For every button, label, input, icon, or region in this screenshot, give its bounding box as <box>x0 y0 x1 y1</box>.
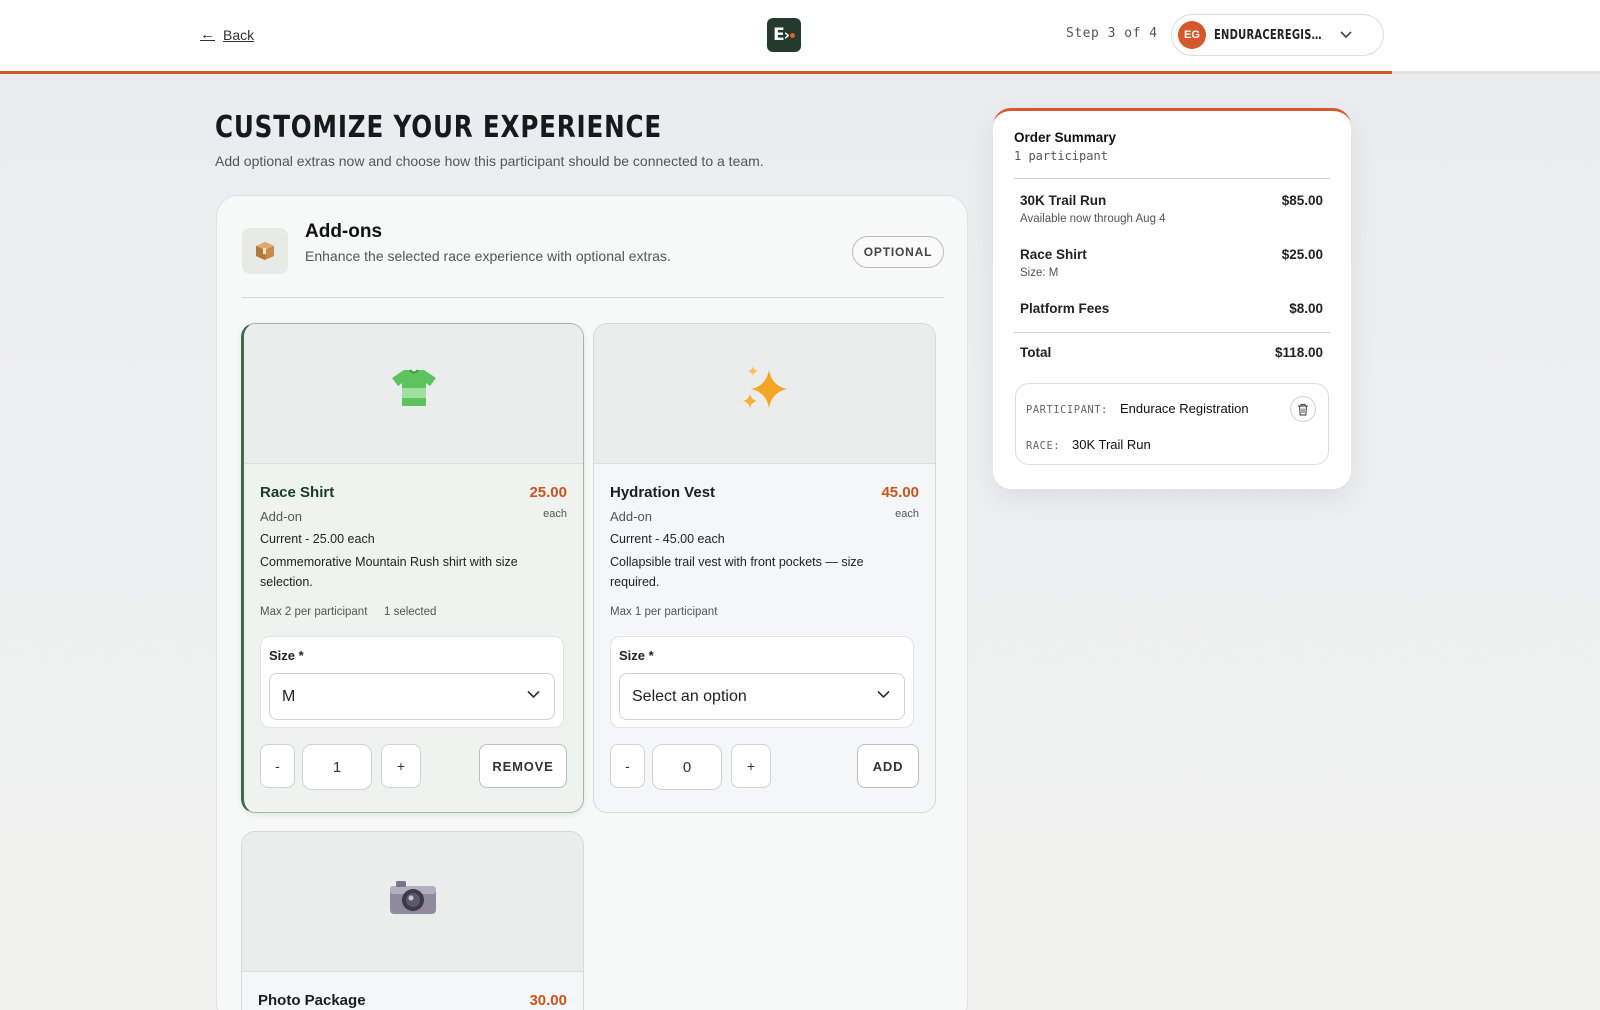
total-value: $118.00 <box>1274 345 1323 360</box>
quantity-decrement-button[interactable]: - <box>260 744 295 788</box>
addons-title: Add-ons <box>305 221 383 242</box>
addon-selected-count: 1 selected <box>384 606 437 618</box>
addon-current-price: Current - 45.00 each <box>610 532 725 546</box>
back-label: Back <box>223 26 255 43</box>
page-title: CUSTOMIZE YOUR EXPERIENCE <box>215 110 663 145</box>
logo-dot-icon <box>789 32 795 38</box>
chevron-down-icon <box>527 687 540 702</box>
summary-subtitle: 1 participant <box>1014 149 1108 163</box>
addon-card-race-shirt[interactable]: Race Shirt 25.00 Add-on each Current - 2… <box>241 323 584 813</box>
remove-button[interactable]: REMOVE <box>479 744 567 788</box>
addon-max: Max 2 per participant <box>260 606 368 618</box>
quantity-decrement-button[interactable]: - <box>610 744 645 788</box>
addon-name: Photo Package <box>258 992 366 1009</box>
divider <box>1014 332 1330 333</box>
size-label: Size * <box>619 648 654 663</box>
summary-title: Order Summary <box>1014 130 1117 145</box>
addon-price: 25.00 <box>529 484 567 501</box>
sparkles-icon <box>739 364 791 423</box>
summary-row-detail: Size: M <box>1020 267 1059 279</box>
addons-panel: Add-ons Enhance the selected race experi… <box>216 195 968 1010</box>
chevron-down-icon <box>1340 28 1352 42</box>
addon-card-photo-package[interactable]: Photo Package 30.00 <box>241 831 584 1010</box>
addon-price: 45.00 <box>881 484 919 501</box>
addon-type: Add-on <box>260 509 302 524</box>
summary-row-name: Race Shirt <box>1020 247 1087 262</box>
summary-row-name: Platform Fees <box>1020 301 1110 316</box>
quantity-increment-button[interactable]: + <box>731 744 771 788</box>
back-link[interactable]: ← Back <box>200 26 254 43</box>
participant-card: PARTICIPANT: Endurace Registration RACE:… <box>1015 383 1329 465</box>
addon-image <box>594 324 935 464</box>
race-name: 30K Trail Run <box>1072 437 1151 452</box>
addon-image <box>244 324 583 464</box>
progress-bar <box>0 71 1600 74</box>
progress-fill <box>0 71 1392 74</box>
addon-type: Add-on <box>610 509 652 524</box>
addon-description: Collapsible trail vest with front pocket… <box>610 555 864 589</box>
addon-card-hydration-vest[interactable]: Hydration Vest 45.00 Add-on each Current… <box>593 323 936 813</box>
step-indicator: Step 3 of 4 <box>1066 26 1158 41</box>
addon-name: Hydration Vest <box>610 484 716 501</box>
logo-text: E <box>773 25 785 45</box>
arrow-left-icon: ← <box>200 26 215 43</box>
addon-price: 30.00 <box>529 992 567 1009</box>
size-value: Select an option <box>632 687 747 705</box>
chevron-down-icon <box>877 687 890 702</box>
size-select[interactable]: Select an option <box>619 673 905 720</box>
addon-description: Commemorative Mountain Rush shirt with s… <box>260 555 518 589</box>
order-summary: Order Summary 1 participant 30K Trail Ru… <box>993 108 1351 489</box>
size-label: Size * <box>269 648 304 663</box>
participant-name: Endurace Registration <box>1120 401 1249 416</box>
summary-row-price: $25.00 <box>1281 247 1323 262</box>
summary-row-detail: Available now through Aug 4 <box>1020 213 1166 225</box>
addon-name: Race Shirt <box>260 484 335 501</box>
summary-row-price: $85.00 <box>1281 193 1323 208</box>
addon-unit: each <box>543 508 567 520</box>
addon-max: Max 1 per participant <box>610 606 718 618</box>
addon-current-price: Current - 25.00 each <box>260 532 375 546</box>
addon-unit: each <box>895 508 919 520</box>
total-label: Total <box>1020 345 1052 360</box>
tshirt-icon <box>390 368 438 419</box>
summary-row-price: $8.00 <box>1289 301 1323 316</box>
participant-key: PARTICIPANT: <box>1026 404 1108 416</box>
add-button[interactable]: ADD <box>857 744 919 788</box>
quantity-increment-button[interactable]: + <box>381 744 421 788</box>
optional-badge: OPTIONAL <box>852 236 944 268</box>
race-key: RACE: <box>1026 440 1061 452</box>
size-field: Size * Select an option <box>610 636 914 728</box>
quantity-input[interactable]: 0 <box>652 744 722 790</box>
summary-row-name: 30K Trail Run <box>1020 193 1107 208</box>
size-select[interactable]: M <box>269 673 555 720</box>
page-subtitle: Add optional extras now and choose how t… <box>215 153 764 169</box>
account-name: ENDURACEREGISTRAT... <box>1214 27 1327 43</box>
logo[interactable]: E › <box>767 18 801 52</box>
divider <box>242 297 944 298</box>
package-icon <box>242 228 288 274</box>
trash-icon[interactable] <box>1290 396 1316 422</box>
avatar: EG <box>1178 21 1206 49</box>
quantity-input[interactable]: 1 <box>302 744 372 790</box>
account-menu[interactable]: EG ENDURACEREGISTRAT... <box>1171 14 1384 56</box>
divider <box>1014 178 1330 179</box>
addons-subtitle: Enhance the selected race experience wit… <box>305 248 671 264</box>
top-bar: ← Back E › Step 3 of 4 EG ENDURACEREGISTR… <box>0 0 1600 74</box>
camera-icon <box>388 877 438 927</box>
size-value: M <box>282 687 296 705</box>
size-field: Size * M <box>260 636 564 728</box>
addon-image <box>242 832 583 972</box>
